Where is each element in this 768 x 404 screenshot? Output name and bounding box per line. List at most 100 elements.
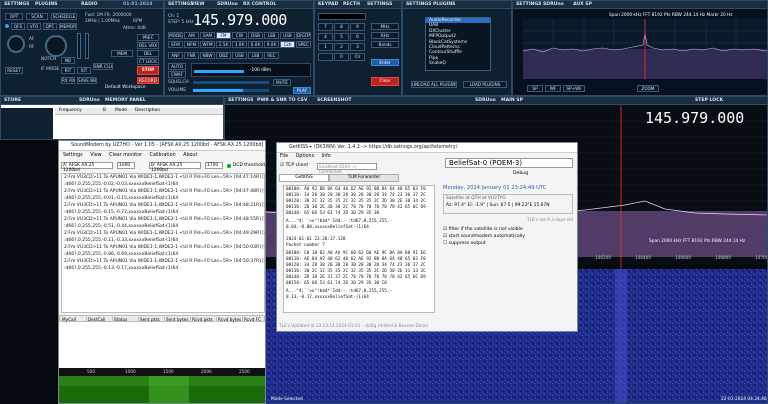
menu-calibration[interactable]: Calibration [150, 153, 176, 158]
xit-button[interactable]: XIT [77, 67, 91, 74]
keypad-tab-settings[interactable]: SETTINGS [367, 2, 392, 7]
col-b[interactable]: B [103, 108, 106, 113]
khz-button[interactable]: KHz [371, 32, 399, 39]
packet-dump[interactable]: 00100: A8 92 88 8A 64 40 62 AE 92 88 8A … [283, 185, 435, 313]
menu-clear-monitor[interactable]: Clear monitor [109, 153, 142, 158]
mute-button[interactable]: MUTE [273, 79, 291, 86]
plugin-item[interactable]: SnakeQ [426, 61, 490, 66]
memory-button[interactable]: MEMORY [59, 23, 77, 30]
rxrx-button[interactable]: RX RX [61, 77, 75, 84]
menu-about[interactable]: About [183, 153, 197, 158]
dsp-nbw-button[interactable]: NBW [200, 52, 215, 59]
main-control-tab-plugins[interactable]: PLUGINS [35, 2, 58, 7]
dsp-usb-button[interactable]: USB [232, 52, 247, 59]
tab-getkiss[interactable]: GetKISS [279, 174, 329, 182]
filter-spec-button[interactable]: SPEC [296, 41, 311, 48]
enter-button[interactable]: Enter [371, 59, 399, 66]
filter-6.0k-button[interactable]: 6.0K [248, 41, 263, 48]
clear-button[interactable]: Clear [371, 77, 399, 86]
mhz-button[interactable]: MHz [371, 23, 399, 30]
aux-zoom-button[interactable]: ZOOM [637, 85, 659, 92]
plugin-list[interactable]: AudioRecorder DAB DXCluster MFPOutput2 Black… [425, 17, 491, 71]
key-2[interactable]: 2 [334, 43, 349, 51]
keypad-tab-recth[interactable]: RECTH [343, 2, 360, 7]
col-frequency[interactable]: Frequency [59, 108, 82, 113]
tab-tlm-forwarder[interactable]: TLM Forwarder [329, 174, 399, 182]
step-lock-button[interactable]: STEP LOCK [695, 98, 723, 103]
del-button[interactable]: DEL [137, 50, 159, 57]
save-bb-button[interactable]: SAVE BB [77, 77, 97, 84]
mode-cw-button[interactable]: CW [232, 32, 247, 39]
keypad-entry[interactable] [318, 13, 366, 20]
record-button[interactable]: RECORD [137, 77, 159, 84]
zoom-slider[interactable] [85, 33, 89, 59]
key-1[interactable]: 1 [318, 43, 333, 51]
unload-plugins-button[interactable]: UNLOAD ALL PLUGINS [411, 81, 457, 88]
mode-sam-button[interactable]: SAM [200, 32, 215, 39]
main-tab-screenshot[interactable]: SCREENSHOT [317, 98, 352, 103]
menu-file[interactable]: File [280, 154, 288, 159]
memory-tab-sdruno[interactable]: SDRUno [79, 98, 100, 103]
key-4[interactable]: 4 [318, 33, 333, 41]
freq-b-input[interactable]: 1700 [205, 162, 223, 169]
memory-tab-panel[interactable]: MEMORY PANEL [105, 98, 146, 103]
mode-mode-button[interactable]: MODE [168, 32, 183, 39]
soundmodem-monitor[interactable]: 2:Fm VU3CD>11 To APUN01 Via WIDE1-1,WIDE… [61, 173, 265, 313]
dsp-dbz-button[interactable]: DBZ [216, 52, 231, 59]
main-control-tab-settings[interactable]: SETTINGS [4, 2, 29, 7]
del-vrx-button[interactable]: DEL VRX [137, 42, 159, 49]
filter-2.5k-button[interactable]: 2.5K [216, 41, 231, 48]
auto-button[interactable]: AUTO [168, 63, 186, 70]
key-clr[interactable]: Clr [350, 53, 365, 61]
vfo-tab-rxcontrol[interactable]: RX CONTROL [243, 2, 276, 7]
rit-button[interactable]: RIT [61, 67, 75, 74]
mode-lsb-button[interactable]: LSB [264, 32, 279, 39]
af-knob[interactable] [7, 35, 25, 53]
aux-tab-sdruno[interactable]: SDRUno [543, 2, 564, 7]
key-0[interactable]: 0 [334, 53, 349, 61]
main-tab-mainsp[interactable]: MAIN SP [501, 98, 523, 103]
key-3[interactable]: 3 [350, 43, 365, 51]
menu-info[interactable]: Info [322, 154, 331, 159]
cwaf-button[interactable]: CWAF [168, 71, 186, 78]
vfo-tab-settings[interactable]: SETTINGS [168, 2, 193, 7]
vfo-tab-sdruno[interactable]: SDRUno [217, 2, 238, 7]
aux-wf-button[interactable]: WF [545, 85, 561, 92]
mode-usb-button[interactable]: USB [280, 32, 295, 39]
menu-settings[interactable]: Settings [63, 153, 83, 158]
filter-sfm-button[interactable]: SFM [168, 41, 183, 48]
mode-digital-button[interactable]: DIGITAL [296, 32, 311, 39]
menu-view[interactable]: View [90, 153, 101, 158]
mem-button[interactable]: MEM [111, 50, 133, 57]
squelch-slider[interactable] [193, 81, 269, 84]
plugins-tab-settings[interactable]: SETTINGS [406, 2, 431, 7]
menu-options[interactable]: Options [296, 154, 315, 159]
main-tab-sdruno[interactable]: SDRUno [475, 98, 496, 103]
snr-clur-button[interactable]: SNR CLUR [93, 63, 113, 70]
dsp-anf-button[interactable]: ANF [168, 52, 183, 59]
mode-fm-button[interactable]: FM [216, 32, 231, 39]
scan-button[interactable]: SCAN [26, 13, 48, 20]
play-button[interactable]: PLAY [293, 87, 311, 94]
key-6[interactable]: 6 [350, 33, 365, 41]
tcp-client-check[interactable]: ☑ TCP client [280, 163, 308, 168]
option-suppress[interactable]: ☐ suppress output [443, 241, 486, 246]
key-7[interactable]: 7 [318, 23, 333, 31]
dsp-lsb-button[interactable]: LSB [248, 52, 263, 59]
stop-button[interactable]: STOP [137, 66, 159, 75]
option-autostart[interactable]: ☑ start soundmodem automatically [443, 234, 525, 239]
dsp-rec-button[interactable]: REC [264, 52, 279, 59]
bands-button[interactable]: Bands [371, 41, 399, 48]
filter-9.0k-button[interactable]: 9.0K [264, 41, 279, 48]
col-mode[interactable]: Mode [115, 108, 127, 113]
vfo-frequency[interactable]: 145.979.000 [193, 11, 311, 29]
vfo-tab-view[interactable]: VIEW [191, 2, 204, 7]
mode-am-button[interactable]: AM [184, 32, 199, 39]
mode-b-select[interactable]: B: AFSK AX.25 1200bd [149, 162, 201, 173]
key-8[interactable]: 8 [334, 23, 349, 31]
nb-button[interactable]: NB [61, 57, 75, 64]
radio-indicator-1[interactable] [5, 24, 9, 28]
opt-button[interactable]: OPT [5, 13, 23, 20]
filter-12k-button[interactable]: 12K [280, 41, 295, 48]
freq-a-input[interactable]: 1000 [117, 162, 135, 169]
